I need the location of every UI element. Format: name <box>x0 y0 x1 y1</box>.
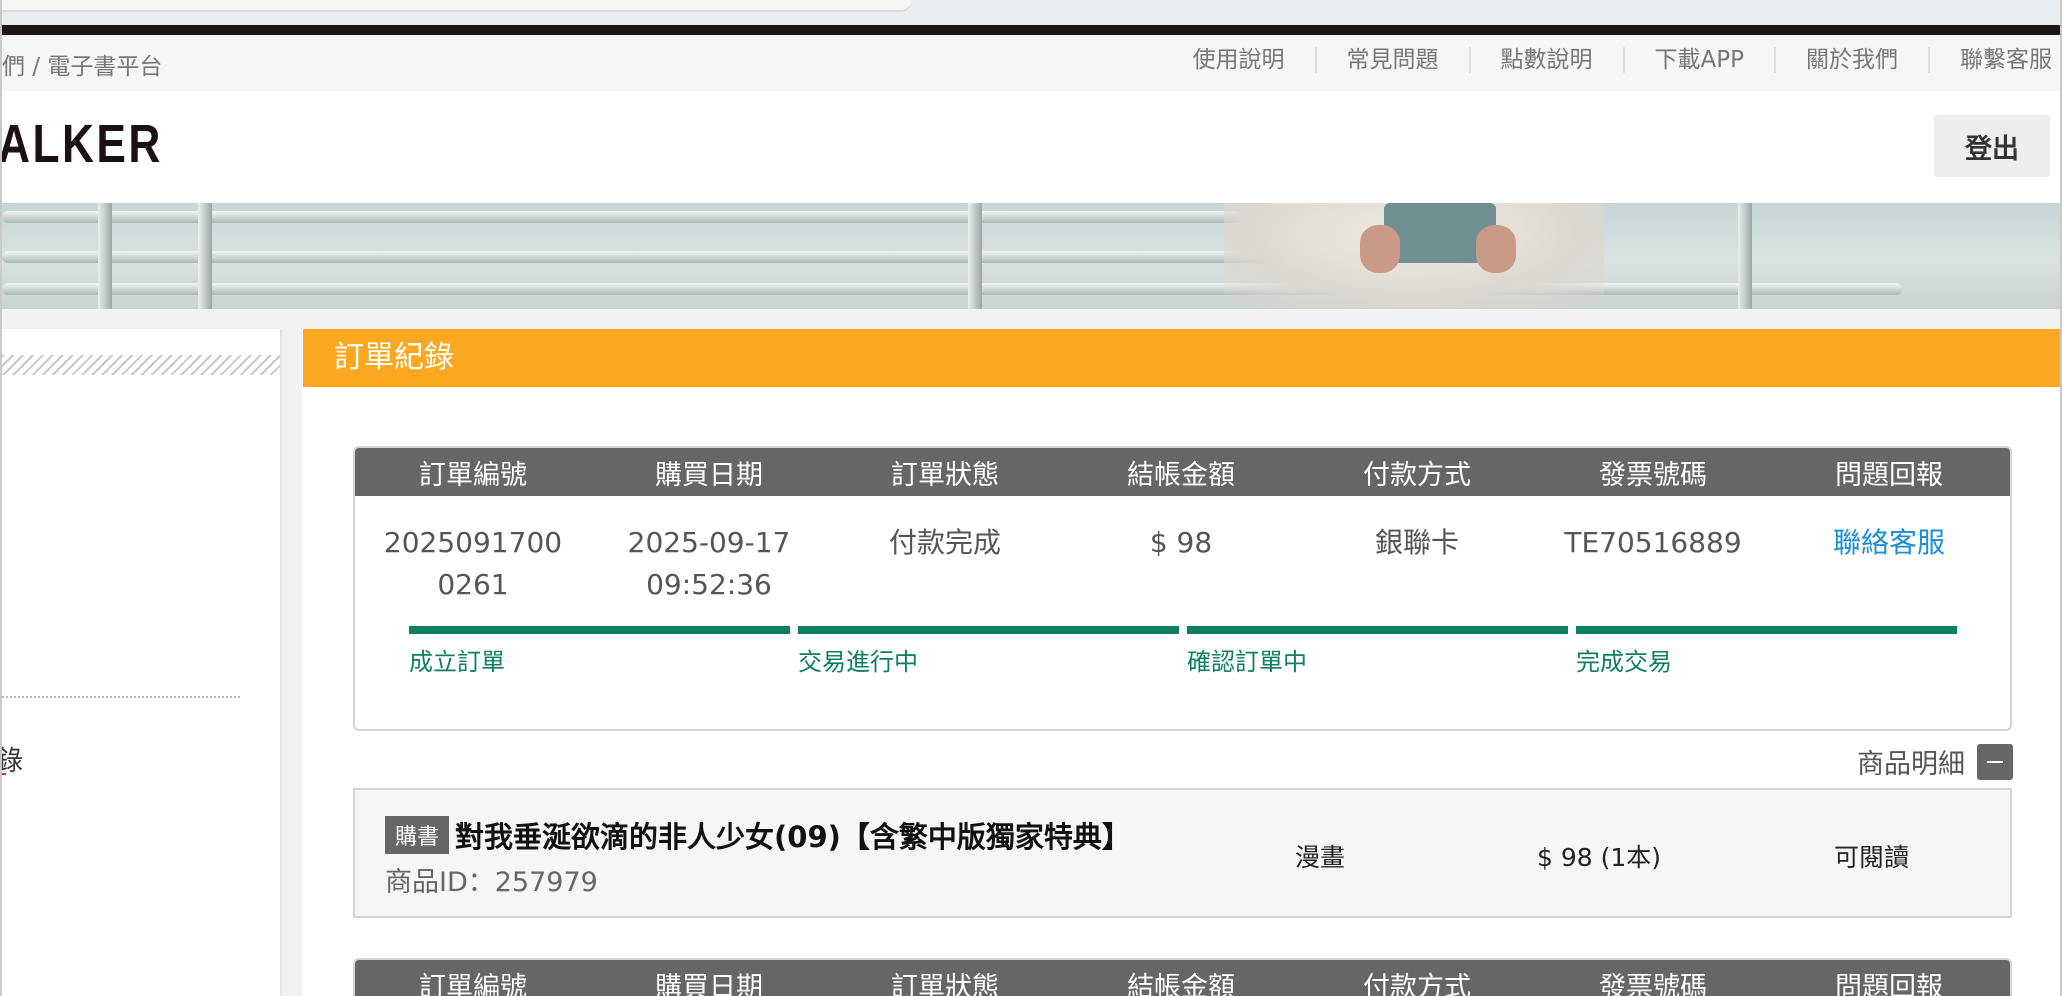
product-price: $ 98 (1本) <box>1537 843 1662 872</box>
order-table-header: 訂單編號 購買日期 訂單狀態 結帳金額 付款方式 發票號碼 問題回報 <box>355 448 2010 496</box>
col-purchase-date: 購買日期 <box>655 971 763 996</box>
banner-hand-right <box>1476 225 1516 273</box>
invoice-number: TE70516889 <box>1564 526 1742 559</box>
col-invoice: 發票號碼 <box>1599 459 1707 491</box>
progress-step-processing: 交易進行中 <box>798 626 1179 686</box>
sidebar-hatch-divider <box>2 355 280 375</box>
logout-button[interactable]: 登出 <box>1934 115 2050 177</box>
collapse-icon[interactable] <box>1977 743 2013 780</box>
purchase-date-time: 09:52:36 <box>646 568 772 601</box>
sidebar: 錄 <box>2 329 282 996</box>
site-header: ALKER 登出 <box>2 91 2060 203</box>
nav-faq[interactable]: 常見問題 <box>1314 47 1469 73</box>
order-number-line1: 2025091700 <box>383 526 563 559</box>
product-item: 購書 對我垂涎欲滴的非人少女(09)【含繁中版獨家特典】 商品ID：257979… <box>353 788 2012 918</box>
sidebar-dotted-divider <box>2 696 240 698</box>
col-payment: 付款方式 <box>1363 459 1471 491</box>
progress-step-confirming: 確認訂單中 <box>1187 626 1568 686</box>
col-order-status: 訂單狀態 <box>891 459 999 491</box>
banner-post <box>98 203 112 309</box>
top-nav: 使用說明 常見問題 點數說明 下載APP 關於我們 聯繫客服 <box>1163 47 2052 73</box>
banner-post <box>1738 203 1752 309</box>
panel-title: 訂單紀錄 <box>303 329 2060 387</box>
page: 們 / 電子書平台 使用說明 常見問題 點數說明 下載APP 關於我們 聯繫客服… <box>0 0 2062 996</box>
col-amount: 結帳金額 <box>1127 459 1235 491</box>
order-amount: $ 98 <box>1149 526 1213 559</box>
browser-chrome <box>2 0 2060 25</box>
banner-image <box>2 203 2060 309</box>
order-progress: 成立訂單 交易進行中 確認訂單中 完成交易 <box>355 626 2010 686</box>
col-payment: 付款方式 <box>1363 971 1471 996</box>
col-report: 問題回報 <box>1835 459 1943 491</box>
purchase-date-day: 2025-09-17 <box>627 526 791 559</box>
payment-method: 銀聯卡 <box>1374 526 1459 559</box>
order-status: 付款完成 <box>888 526 1001 559</box>
purchase-date: 2025-09-17 09:52:36 <box>591 522 827 626</box>
progress-step-created: 成立訂單 <box>409 626 790 686</box>
col-purchase-date: 購買日期 <box>655 459 763 491</box>
order-table-header-next: 訂單編號 購買日期 訂單狀態 結帳金額 付款方式 發票號碼 問題回報 <box>355 960 2010 996</box>
banner-rail-middle <box>2 251 1302 263</box>
col-report: 問題回報 <box>1835 971 1943 996</box>
top-dark-bar <box>2 25 2060 35</box>
nav-contact-support[interactable]: 聯繫客服 <box>1928 47 2052 73</box>
contact-support-link[interactable]: 聯絡客服 <box>1771 522 2007 626</box>
sidebar-item-partial[interactable]: 錄 <box>2 739 23 778</box>
order-card: 訂單編號 購買日期 訂單狀態 結帳金額 付款方式 發票號碼 問題回報 20250… <box>353 446 2012 731</box>
product-tagline: 購書 對我垂涎欲滴的非人少女(09)【含繁中版獨家特典】 <box>385 814 1131 856</box>
col-order-status: 訂單狀態 <box>891 971 999 996</box>
col-order-no: 訂單編號 <box>419 459 527 491</box>
nav-points-info[interactable]: 點數說明 <box>1468 47 1623 73</box>
purchase-type-badge: 購書 <box>385 816 450 854</box>
book-title[interactable]: 對我垂涎欲滴的非人少女(09)【含繁中版獨家特典】 <box>455 814 1131 856</box>
top-bar: 們 / 電子書平台 使用說明 常見問題 點數說明 下載APP 關於我們 聯繫客服 <box>2 35 2060 91</box>
col-order-no: 訂單編號 <box>419 971 527 996</box>
banner-post <box>968 203 982 309</box>
product-id: 商品ID：257979 <box>385 867 598 898</box>
column-gap <box>282 329 302 996</box>
order-card-next: 訂單編號 購買日期 訂單狀態 結帳金額 付款方式 發票號碼 問題回報 <box>353 958 2012 996</box>
gray-strip <box>2 309 2060 329</box>
order-content: 訂單編號 購買日期 訂單狀態 結帳金額 付款方式 發票號碼 問題回報 20250… <box>303 387 2060 996</box>
breadcrumb[interactable]: 們 / 電子書平台 <box>2 47 162 81</box>
banner-rail-top <box>2 211 1242 223</box>
browser-tab-edge <box>2 0 912 12</box>
banner-rail-bottom <box>2 283 1902 295</box>
product-read-status: 可閱讀 <box>1834 843 1910 872</box>
col-amount: 結帳金額 <box>1127 971 1235 996</box>
product-detail-toggle[interactable]: 商品明細 <box>1857 742 2013 781</box>
site-logo[interactable]: ALKER <box>2 113 163 175</box>
nav-about-us[interactable]: 關於我們 <box>1774 47 1928 73</box>
nav-download-app[interactable]: 下載APP <box>1622 47 1774 73</box>
col-invoice: 發票號碼 <box>1599 971 1707 996</box>
order-number: 2025091700 0261 <box>355 522 591 626</box>
product-category: 漫畫 <box>1295 843 1346 872</box>
progress-step-completed: 完成交易 <box>1576 626 1957 686</box>
banner-post <box>198 203 212 309</box>
banner-hand-left <box>1360 225 1400 273</box>
nav-usage-guide[interactable]: 使用說明 <box>1163 47 1315 73</box>
order-number-line2: 0261 <box>437 568 509 601</box>
product-detail-label: 商品明細 <box>1857 749 1965 780</box>
order-row: 2025091700 0261 2025-09-17 09:52:36 付款完成 $… <box>355 496 2010 626</box>
